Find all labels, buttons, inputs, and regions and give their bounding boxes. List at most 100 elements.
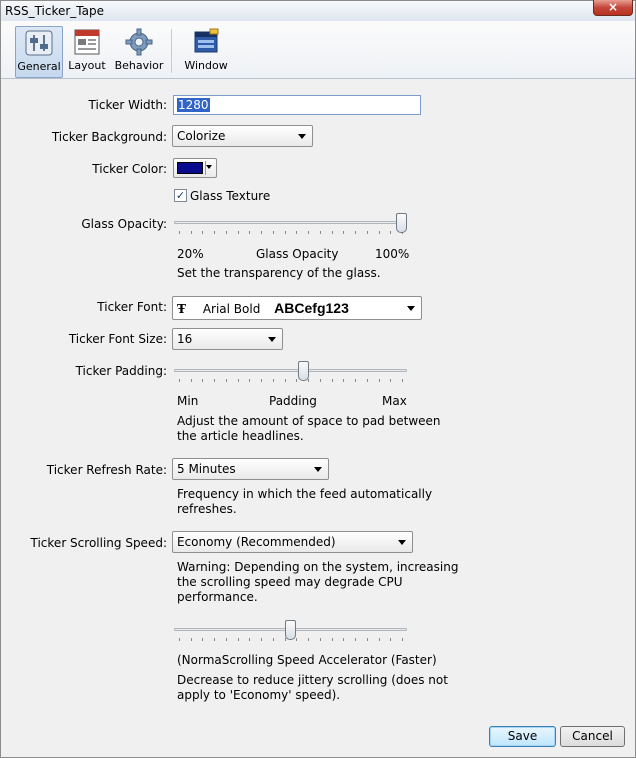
slider-tick xyxy=(214,379,215,382)
refresh-rate-value: 5 Minutes xyxy=(177,462,236,476)
slider-tick xyxy=(355,379,356,382)
slider-thumb[interactable] xyxy=(298,361,309,381)
slider-tick xyxy=(191,231,192,234)
warning-line: Warning: Depending on the system, increa… xyxy=(177,560,459,574)
ticker-width-label: Ticker Width: xyxy=(88,98,167,112)
slider-track xyxy=(174,221,407,224)
slider-tick xyxy=(355,638,356,641)
slider-thumb[interactable] xyxy=(396,213,407,233)
cancel-button[interactable]: Cancel xyxy=(560,726,625,747)
ticker-padding-label: Ticker Padding: xyxy=(75,364,167,378)
slider-tick xyxy=(261,379,262,382)
ticker-font-size-label: Ticker Font Size: xyxy=(68,332,167,346)
scrolling-speed-value: Economy (Recommended) xyxy=(177,535,336,549)
glass-opacity-slider[interactable] xyxy=(174,213,407,237)
slider-tick xyxy=(226,638,227,641)
slider-tick xyxy=(343,379,344,382)
slider-tick xyxy=(402,638,403,641)
ticker-font-select[interactable]: Ŧ Arial Bold ABCefg123 xyxy=(172,296,422,320)
toolbar: General Layout Behavior Window xyxy=(1,21,635,79)
slider-tick xyxy=(214,231,215,234)
refresh-rate-select[interactable]: 5 Minutes xyxy=(172,458,329,480)
slider-tick xyxy=(296,379,297,382)
window-title: RSS_Ticker_Tape xyxy=(5,4,104,18)
slider-tick xyxy=(285,379,286,382)
slider-tick xyxy=(332,231,333,234)
font-type-icon: Ŧ xyxy=(177,302,186,316)
slider-tick xyxy=(214,638,215,641)
slider-tick xyxy=(273,638,274,641)
ticker-font-size-select[interactable]: 16 xyxy=(172,328,283,350)
slider-tick xyxy=(379,379,380,382)
scrolling-speed-select[interactable]: Economy (Recommended) xyxy=(172,531,413,553)
slider-tick xyxy=(367,231,368,234)
slider-tick xyxy=(332,638,333,641)
scrolling-accelerator-slider[interactable] xyxy=(174,620,407,644)
gear-icon xyxy=(124,27,154,57)
tab-general[interactable]: General xyxy=(15,26,63,78)
slider-tick xyxy=(179,379,180,382)
padding-max-label: Max xyxy=(382,394,407,408)
slider-tick xyxy=(296,638,297,641)
ticker-background-value: Colorize xyxy=(177,129,226,143)
toolbar-separator xyxy=(171,29,172,73)
ticker-font-label: Ticker Font: xyxy=(97,300,167,314)
slider-tick xyxy=(249,379,250,382)
slider-tick xyxy=(390,231,391,234)
slider-tick xyxy=(179,231,180,234)
chevron-down-icon xyxy=(206,165,212,169)
slider-tick xyxy=(273,231,274,234)
slider-tick xyxy=(332,379,333,382)
slider-tick xyxy=(261,231,262,234)
accelerator-help-text: Decrease to reduce jittery scrolling (do… xyxy=(177,673,448,703)
color-swatch xyxy=(177,162,203,174)
glass-opacity-label: Glass Opacity: xyxy=(81,217,167,231)
tab-label: Layout xyxy=(68,59,106,72)
slider-tick xyxy=(202,231,203,234)
tab-label: General xyxy=(17,60,61,73)
close-icon: × xyxy=(607,0,619,14)
warning-line: the scrolling speed may degrade CPU xyxy=(177,575,403,589)
ticker-background-select[interactable]: Colorize xyxy=(172,125,313,147)
slider-tick xyxy=(355,231,356,234)
slider-tick xyxy=(191,638,192,641)
slider-tick xyxy=(273,379,274,382)
padding-mid-label: Padding xyxy=(269,394,317,408)
slider-tick xyxy=(320,638,321,641)
save-button[interactable]: Save xyxy=(489,726,556,747)
slider-tick xyxy=(191,379,192,382)
slider-ticks xyxy=(179,379,403,383)
chevron-down-icon xyxy=(407,306,415,311)
slider-tick xyxy=(202,379,203,382)
slider-tick xyxy=(308,638,309,641)
close-button[interactable]: × xyxy=(593,0,633,16)
slider-track xyxy=(174,369,407,372)
ticker-padding-slider[interactable] xyxy=(174,361,407,385)
slider-tick xyxy=(238,638,239,641)
slider-tick xyxy=(261,638,262,641)
padding-min-label: Min xyxy=(177,394,199,408)
tab-behavior[interactable]: Behavior xyxy=(113,26,165,78)
slider-tick xyxy=(249,638,250,641)
glass-texture-checkbox[interactable]: ✓ xyxy=(174,189,187,202)
ticker-color-picker[interactable] xyxy=(173,158,217,178)
help-line: Decrease to reduce jittery scrolling (do… xyxy=(177,673,448,687)
help-line: apply to 'Economy' speed). xyxy=(177,688,341,702)
chevron-down-icon xyxy=(314,467,322,472)
ticker-color-label: Ticker Color: xyxy=(92,162,167,176)
slider-thumb[interactable] xyxy=(285,620,296,640)
window-icon xyxy=(191,27,221,57)
slider-tick xyxy=(379,231,380,234)
settings-window: RSS_Ticker_Tape × General Layout Behavio… xyxy=(0,0,636,758)
chevron-down-icon xyxy=(268,337,276,342)
slider-ticks xyxy=(179,231,403,235)
slider-tick xyxy=(308,379,309,382)
slider-tick xyxy=(226,231,227,234)
ticker-width-input[interactable]: 1280 xyxy=(173,95,421,115)
help-line: refreshes. xyxy=(177,502,237,516)
tab-window[interactable]: Window xyxy=(181,26,231,78)
tab-layout[interactable]: Layout xyxy=(65,26,109,78)
help-line: Frequency in which the feed automaticall… xyxy=(177,487,433,501)
slider-tick xyxy=(390,638,391,641)
layout-icon xyxy=(72,27,102,57)
